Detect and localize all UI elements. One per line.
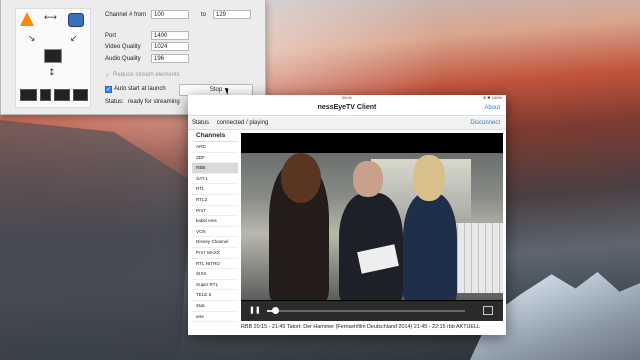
connection-status-label: Status (192, 120, 210, 126)
progress-knob[interactable] (271, 307, 279, 314)
client-title: nessEyeTV Client (317, 104, 377, 111)
channel-item[interactable]: SAT.1 (192, 174, 238, 185)
program-caption: RBB 20:15 - 21:45 Tatort: Der Hammer (Fe… (241, 324, 481, 330)
video-controls: ❚❚ (241, 301, 503, 321)
arrow-down-right-icon: ↘ (28, 34, 36, 44)
disconnect-button[interactable]: Disconnect (470, 117, 500, 129)
channel-list: Channels ARD ZDF RBB SAT.1 RTL RTL2 Pro7… (192, 131, 238, 327)
channel-item[interactable]: 3sat (192, 301, 238, 312)
channel-item[interactable]: RTL2 (192, 195, 238, 206)
channel-item[interactable]: Pro7 (192, 206, 238, 217)
connection-status-bar: Status connected / playing Disconnect (188, 117, 506, 130)
channel-item[interactable]: TELE 5 (192, 290, 238, 301)
bidirectional-arrow-icon: ⟷ (44, 13, 57, 23)
status-label: Status: (105, 99, 124, 105)
channel-item[interactable]: SIXX (192, 269, 238, 280)
progress-track[interactable] (267, 310, 465, 312)
video-quality-label: Video Quality (105, 44, 141, 50)
ipad-icon (53, 89, 71, 101)
channel-from-input[interactable]: 100 (151, 10, 189, 19)
macbook-icon (20, 89, 37, 101)
iphone-icon (39, 89, 51, 101)
audio-quality-label: Audio Quality (105, 56, 141, 62)
status-value: ready for streaming (128, 99, 180, 105)
about-button[interactable]: About (484, 101, 500, 115)
autostart-label: Auto start at launch (114, 86, 166, 92)
vlc-icon (20, 12, 34, 26)
channel-item[interactable]: kabel eins (192, 216, 238, 227)
channel-item[interactable]: VOX (192, 227, 238, 238)
channel-list-header: Channels (192, 131, 238, 142)
channel-item[interactable]: arte (192, 312, 238, 323)
eyetv-icon (68, 13, 84, 27)
status-bar-time: 09:41 (341, 95, 352, 100)
channel-to-label: to (201, 12, 207, 18)
video-player[interactable]: ❚❚ (241, 133, 503, 321)
wallpaper-cliff (0, 120, 190, 360)
arrow-down-left-icon: ↙ (70, 34, 78, 44)
vertical-arrow-icon: ↕ (48, 68, 56, 78)
channel-item[interactable]: ARD (192, 142, 238, 153)
autostart-checkbox[interactable]: ✓ (105, 86, 112, 93)
video-frame (241, 153, 503, 300)
port-label: Port (105, 33, 117, 39)
channel-from-label: Channel # from (105, 12, 147, 18)
apple-tv-icon (73, 89, 89, 101)
video-quality-input[interactable]: 1024 (151, 42, 189, 51)
connection-diagram: ⟷ ↘ ↙ ↕ (15, 8, 91, 108)
reduce-stream-label: Reduce stream elements (113, 72, 180, 78)
channel-item[interactable]: ZDF (192, 153, 238, 164)
channel-item-selected[interactable]: RBB (192, 163, 238, 174)
scene-shelf (451, 223, 503, 293)
audio-quality-input[interactable]: 196 (151, 54, 189, 63)
scene-person (413, 155, 445, 201)
channel-item[interactable]: Pro7 MAXX (192, 248, 238, 259)
scene-person (353, 161, 383, 197)
channel-to-input[interactable]: 129 (213, 10, 251, 19)
port-input[interactable]: 1400 (151, 31, 189, 40)
pause-icon[interactable]: ❚❚ (249, 307, 261, 315)
reduce-stream-checkbox[interactable]: ✓ (105, 72, 110, 79)
connection-status-value: connected / playing (216, 120, 269, 126)
client-titlebar: nessEyeTV Client About (188, 101, 506, 116)
client-window: 09:41 ⊕ ✱ 100% nessEyeTV Client About St… (188, 95, 506, 335)
airplay-icon[interactable] (483, 306, 493, 315)
client-devices (20, 89, 89, 101)
channel-item[interactable]: RTL NITRO (192, 259, 238, 270)
scene-person (403, 193, 457, 300)
channel-item[interactable]: Disney Channel (192, 237, 238, 248)
scene-person (281, 153, 321, 203)
channel-item[interactable]: RTL (192, 184, 238, 195)
mac-mini-icon (44, 49, 62, 63)
channel-item[interactable]: Super RTL (192, 280, 238, 291)
